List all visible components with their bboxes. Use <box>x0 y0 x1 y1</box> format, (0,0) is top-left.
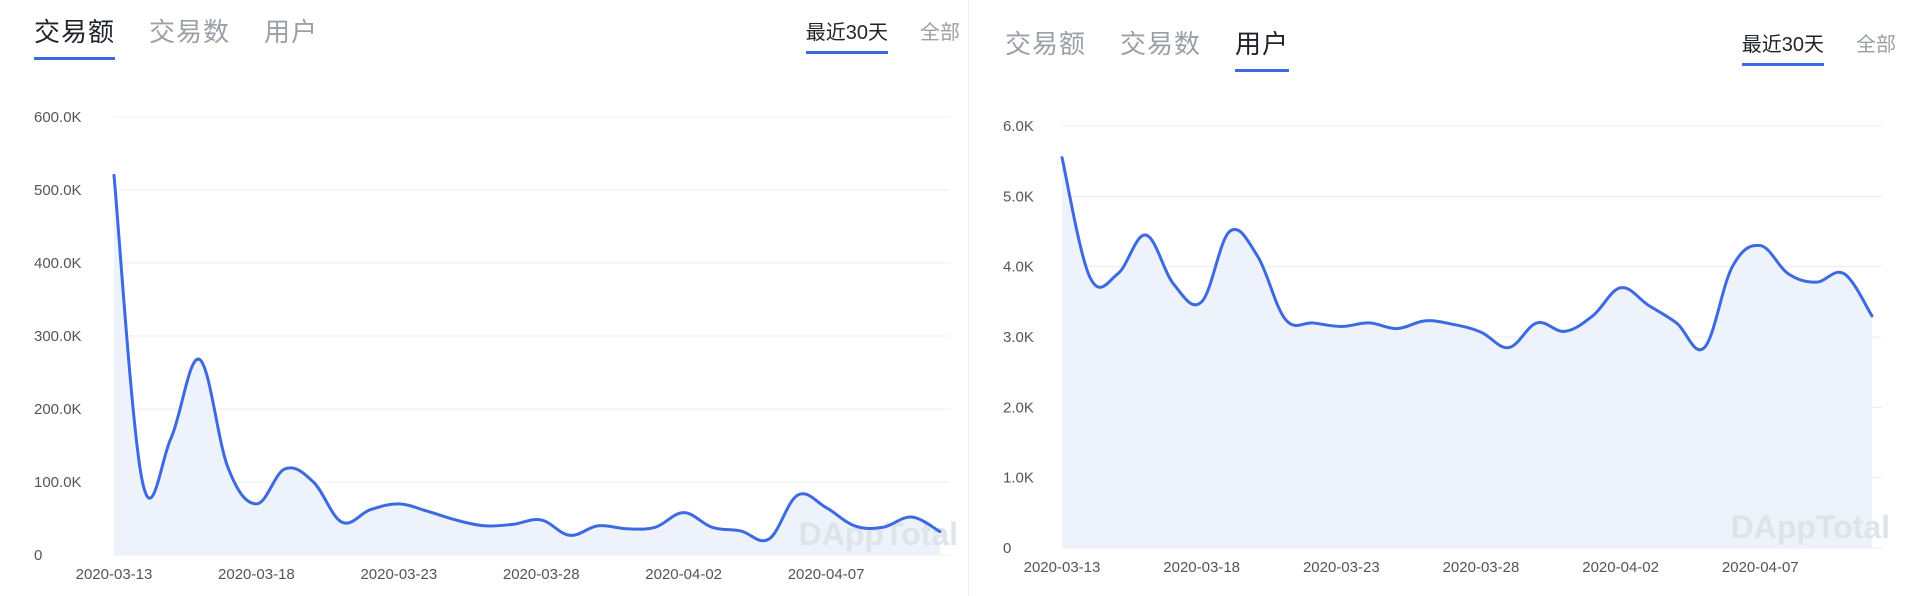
data-point <box>796 493 800 497</box>
data-point <box>1619 286 1623 290</box>
x-tick-label: 2020-04-07 <box>788 566 865 583</box>
chart-transaction-volume: 0 100.0K 200.0K 300.0K 400.0K 500.0K 600.0K 202… <box>34 109 958 583</box>
x-tick-label: 2020-03-18 <box>218 566 295 583</box>
data-point <box>1535 321 1539 325</box>
data-point <box>1339 324 1343 328</box>
data-point <box>739 529 743 533</box>
data-point <box>1647 303 1651 307</box>
y-tick-label: 400.0K <box>34 255 82 272</box>
data-point <box>226 465 230 469</box>
x-tick-label: 2020-03-13 <box>1024 559 1101 576</box>
x-tick-label: 2020-03-13 <box>76 566 153 583</box>
data-point <box>169 436 173 440</box>
y-tick-label: 6.0K <box>1003 118 1034 135</box>
x-tick-label: 2020-03-28 <box>1443 559 1520 576</box>
watermark-logo: DAppTotal <box>799 516 958 552</box>
data-point <box>1088 275 1092 279</box>
data-point <box>1256 254 1260 258</box>
data-point <box>397 502 401 506</box>
chart-users: 0 1.0K 2.0K 3.0K 4.0K 5.0K 6.0K 2020-03-13 2020-… <box>1003 118 1890 576</box>
data-point <box>1423 319 1427 323</box>
data-point <box>568 533 572 537</box>
data-point <box>910 515 914 519</box>
data-point <box>1507 346 1511 350</box>
data-point <box>1311 321 1315 325</box>
data-point <box>1451 322 1455 326</box>
data-point <box>1730 265 1734 269</box>
data-point <box>197 357 201 361</box>
data-point <box>853 524 857 528</box>
series-line <box>112 173 942 543</box>
y-tick-label: 600.0K <box>34 109 82 126</box>
data-point <box>1116 272 1120 276</box>
data-point <box>254 502 258 506</box>
y-tick-label: 1.0K <box>1003 470 1034 487</box>
x-tick-label: 2020-03-23 <box>1303 559 1380 576</box>
data-point <box>1591 314 1595 318</box>
data-point <box>1674 321 1678 325</box>
data-point <box>454 518 458 522</box>
data-point <box>1814 280 1818 284</box>
data-point <box>1479 330 1483 334</box>
x-tick-label: 2020-04-07 <box>1722 559 1799 576</box>
data-point <box>283 467 287 471</box>
data-point <box>539 518 543 522</box>
y-tick-label: 300.0K <box>34 328 82 345</box>
chart-panel-transaction-volume: 交易额 交易数 用户 最近30天 全部 0 100.0K 200.0K 300.0K 4… <box>0 0 969 596</box>
y-tick-label: 500.0K <box>34 182 82 199</box>
data-point <box>1395 327 1399 331</box>
data-point <box>625 527 629 531</box>
y-tick-label: 3.0K <box>1003 329 1034 346</box>
data-point <box>1144 233 1148 237</box>
data-point <box>1563 329 1567 333</box>
data-point <box>938 530 942 534</box>
data-point <box>311 480 315 484</box>
y-tick-label: 4.0K <box>1003 259 1034 276</box>
y-tick-label: 0 <box>34 547 42 564</box>
series-area <box>114 175 940 555</box>
x-tick-label: 2020-04-02 <box>645 566 722 583</box>
data-point <box>482 524 486 528</box>
data-point <box>1200 300 1204 304</box>
data-point <box>1786 272 1790 276</box>
data-point <box>140 480 144 484</box>
y-tick-label: 0 <box>1003 540 1011 557</box>
data-point <box>881 525 885 529</box>
series-area <box>1062 157 1872 548</box>
watermark-logo: DAppTotal <box>1731 509 1890 545</box>
data-point <box>824 506 828 510</box>
y-tick-label: 2.0K <box>1003 399 1034 416</box>
data-point <box>368 508 372 512</box>
data-point <box>767 537 771 541</box>
y-tick-label: 100.0K <box>34 474 82 491</box>
x-tick-label: 2020-03-23 <box>360 566 437 583</box>
data-point <box>653 525 657 529</box>
data-point <box>340 520 344 524</box>
data-point <box>1228 230 1232 234</box>
y-tick-label: 5.0K <box>1003 188 1034 205</box>
data-point <box>112 173 116 177</box>
x-tick-label: 2020-04-02 <box>1582 559 1659 576</box>
chart-panel-users: 交易额 交易数 用户 最近30天 全部 0 1.0K 2.0K 3.0K 4.0K 5.0… <box>969 0 1920 596</box>
data-point <box>710 525 714 529</box>
data-point <box>682 511 686 515</box>
data-point <box>511 522 515 526</box>
data-point <box>1702 346 1706 350</box>
data-point <box>1870 314 1874 318</box>
data-point <box>1283 317 1287 321</box>
data-point <box>1842 272 1846 276</box>
data-point <box>425 509 429 513</box>
data-point <box>1758 244 1762 248</box>
x-tick-label: 2020-03-18 <box>1163 559 1240 576</box>
data-point <box>1060 156 1064 160</box>
data-point <box>1172 282 1176 286</box>
y-tick-label: 200.0K <box>34 401 82 418</box>
data-point <box>1367 321 1371 325</box>
x-tick-label: 2020-03-28 <box>503 566 580 583</box>
data-point <box>596 524 600 528</box>
